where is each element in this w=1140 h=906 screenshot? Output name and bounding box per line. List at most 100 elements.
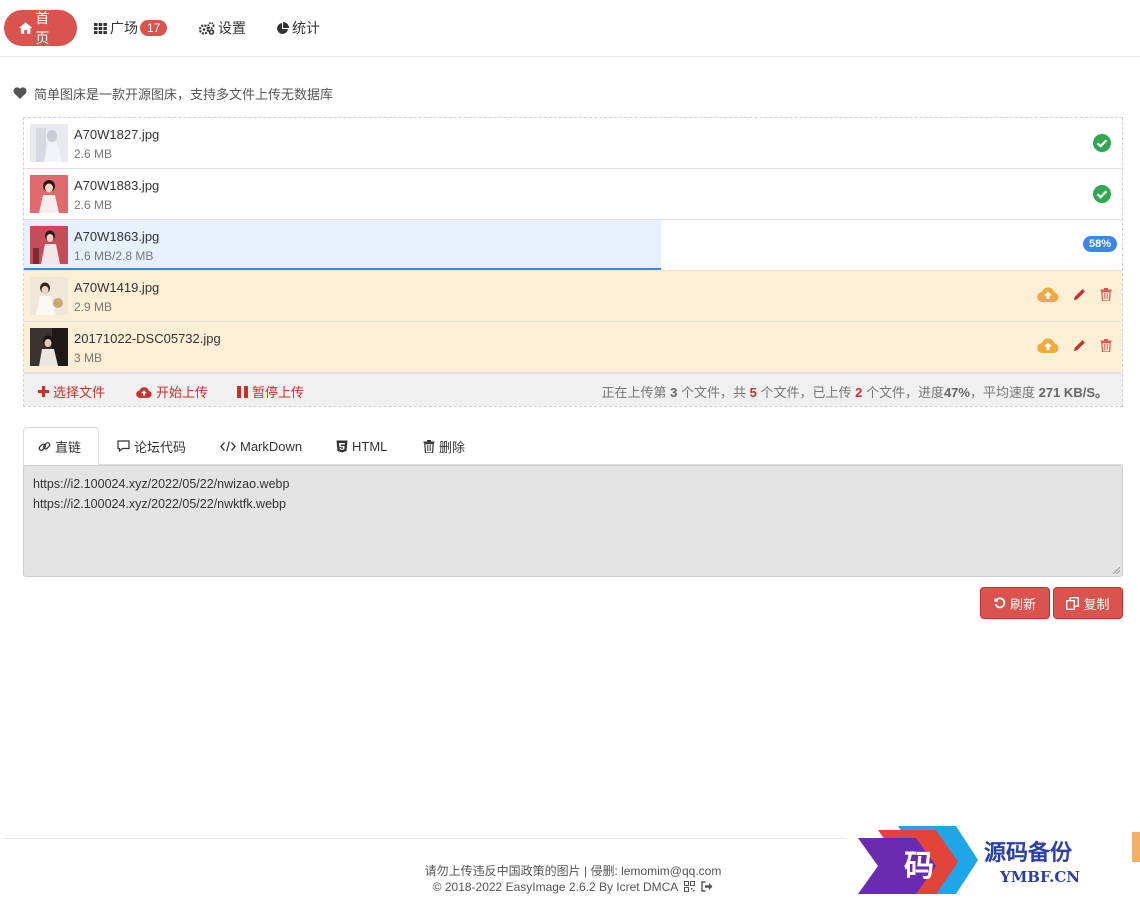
sign-out-icon[interactable] (701, 881, 713, 892)
start-upload-label: 开始上传 (156, 385, 209, 400)
file-thumbnail (30, 277, 68, 315)
qrcode-icon[interactable] (683, 881, 695, 892)
file-size: 1.6 MB/2.8 MB (74, 249, 154, 263)
pie-chart-icon (277, 21, 289, 34)
nav-stats-label: 统计 (292, 20, 320, 36)
start-upload-button[interactable]: 开始上传 (136, 382, 208, 401)
links-output-textarea[interactable]: https://i2.100024.xyz/2022/05/22/nwizao.… (23, 465, 1123, 577)
square-count-badge: 17 (140, 20, 168, 36)
file-size: 3 MB (74, 351, 103, 365)
status-text: 个文件，已上传 (760, 385, 852, 400)
tab-label: 论坛代码 (134, 439, 187, 455)
link-icon (38, 442, 51, 451)
row-actions (1037, 337, 1112, 353)
html5-icon (336, 440, 348, 452)
tab-label: 删除 (439, 439, 466, 455)
file-thumbnail (30, 226, 68, 264)
upload-controls: 选择文件 开始上传 暂停上传 正在上传第 3 个文件，共 5 个文件，已上传 2… (24, 373, 1122, 406)
refresh-button[interactable]: 刷新 (980, 587, 1050, 619)
refresh-icon (994, 597, 1006, 609)
nav-stats[interactable]: 统计 (276, 10, 320, 46)
file-row: A70W1883.jpg 2.6 MB (24, 169, 1122, 220)
pause-upload-label: 暂停上传 (252, 385, 305, 400)
file-thumbnail (30, 124, 68, 162)
choose-files-label: 选择文件 (53, 385, 106, 400)
logo-cn-text: 源码备份 (984, 840, 1073, 866)
choose-files-button[interactable]: 选择文件 (38, 382, 105, 401)
file-row-pending: A70W1419.jpg 2.9 MB (24, 271, 1122, 322)
status-text: 正在上传第 (601, 385, 667, 400)
copy-label: 复制 (1083, 596, 1110, 612)
intro-text: 简单图床是一款开源图床，支持多文件上传无数据库 (34, 86, 334, 102)
home-icon (19, 22, 33, 34)
tab-label: MarkDown (240, 438, 303, 454)
top-nav: 首页 广场 17 设置 统计 (0, 0, 1140, 57)
edit-pencil-icon[interactable] (1073, 339, 1086, 352)
copy-button[interactable]: 复制 (1053, 587, 1123, 619)
file-name: A70W1863.jpg (74, 229, 160, 244)
file-row-uploading: A70W1863.jpg 1.6 MB/2.8 MB 58% (24, 220, 1122, 271)
footer-divider (4, 838, 846, 839)
tab-markdown[interactable]: MarkDown (206, 427, 316, 465)
check-circle-icon (1093, 185, 1111, 203)
code-icon (220, 440, 236, 452)
upload-speed: 271 KB/S。 (1038, 385, 1108, 400)
intro-line: 简单图床是一款开源图床，支持多文件上传无数据库 (13, 84, 333, 102)
nav-home[interactable]: 首页 (4, 10, 77, 46)
cloud-upload-icon (136, 386, 152, 398)
trash-icon (423, 439, 435, 453)
tab-html[interactable]: HTML (322, 427, 401, 465)
file-name: A70W1419.jpg (74, 280, 160, 295)
grid-icon (94, 22, 107, 34)
nav-settings[interactable]: 设置 (199, 10, 246, 46)
nav-home-label: 首页 (35, 10, 50, 46)
comment-icon (117, 440, 130, 452)
tab-label: HTML (352, 438, 388, 454)
file-name: 20171022-DSC05732.jpg (74, 331, 221, 346)
link-line: https://i2.100024.xyz/2022/05/22/nwizao.… (33, 477, 290, 491)
overall-progress: 47% (943, 385, 970, 400)
file-size: 2.9 MB (74, 300, 113, 314)
check-circle-icon (1093, 134, 1111, 152)
file-row-pending: 20171022-DSC05732.jpg 3 MB (24, 322, 1122, 373)
file-size: 2.6 MB (74, 198, 113, 212)
link-line: https://i2.100024.xyz/2022/05/22/nwktfk.… (33, 497, 286, 511)
pause-icon (237, 385, 248, 398)
cloud-upload-icon[interactable] (1037, 337, 1059, 353)
file-thumbnail (30, 328, 68, 366)
trash-icon[interactable] (1100, 287, 1112, 301)
edit-pencil-icon[interactable] (1073, 288, 1086, 301)
nav-square-label: 广场 (110, 20, 138, 36)
tab-direct-link[interactable]: 直链 (23, 427, 99, 466)
row-actions (1037, 286, 1112, 302)
current-file-number: 3 (670, 385, 678, 400)
refresh-label: 刷新 (1009, 596, 1036, 612)
upload-list: A70W1827.jpg 2.6 MB A70W1883.jpg 2.6 MB … (23, 117, 1123, 407)
watermark-logo: 码 源码备份 YMBF.CN (856, 826, 1140, 898)
upload-status-text: 正在上传第 3 个文件，共 5 个文件，已上传 2 个文件，进度47%，平均速度… (601, 382, 1108, 401)
nav-square[interactable]: 广场 17 (94, 10, 168, 46)
trash-icon[interactable] (1100, 338, 1112, 352)
heart-icon (13, 87, 27, 99)
status-text: ，平均速度 (969, 385, 1035, 400)
resize-grip-icon[interactable] (1112, 566, 1120, 574)
cloud-upload-icon[interactable] (1037, 286, 1059, 302)
status-text: 个文件，共 (680, 385, 746, 400)
file-thumbnail (30, 175, 68, 213)
tab-forum-code[interactable]: 论坛代码 (103, 427, 200, 465)
status-text: 个文件，进度 (865, 385, 944, 400)
gears-icon (199, 21, 215, 35)
nav-settings-label: 设置 (218, 20, 246, 36)
footer-copyright: © 2018-2022 EasyImage 2.6.2 By Icret DMC… (432, 880, 678, 894)
file-name: A70W1827.jpg (74, 127, 160, 142)
tab-label: 直链 (55, 440, 82, 455)
file-row: A70W1827.jpg 2.6 MB (24, 118, 1122, 169)
progress-badge: 58% (1082, 236, 1117, 252)
total-files: 5 (749, 385, 757, 400)
plus-icon (38, 386, 49, 397)
pause-upload-button[interactable]: 暂停上传 (237, 382, 304, 401)
tab-delete[interactable]: 删除 (409, 427, 479, 465)
link-format-tabs: 直链 论坛代码 MarkDown HTML 删除 (23, 427, 1123, 466)
file-name: A70W1883.jpg (74, 178, 160, 193)
ymbf-logo-icon: 码 源码备份 YMBF.CN (858, 826, 1140, 894)
